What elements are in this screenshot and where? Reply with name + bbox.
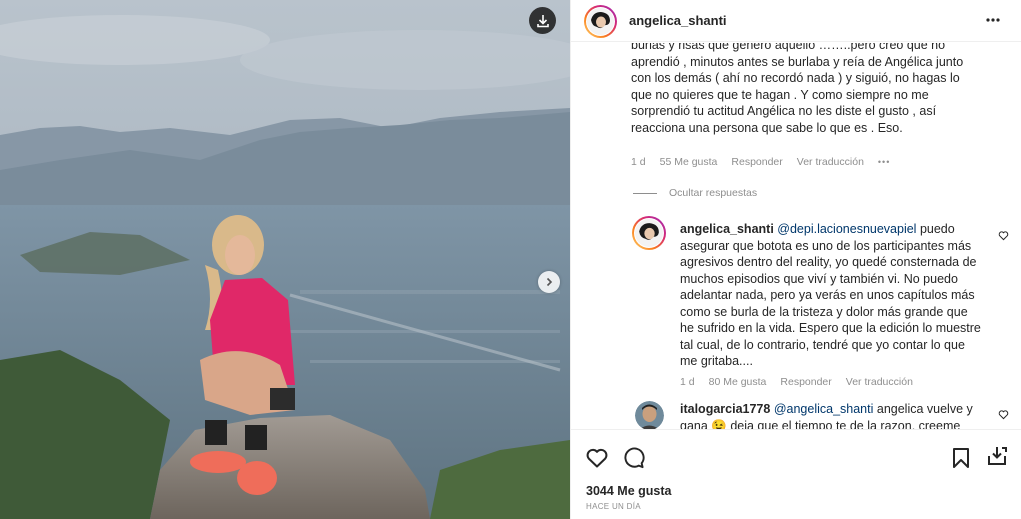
reply2-avatar[interactable] — [635, 401, 664, 429]
heart-icon[interactable] — [585, 446, 609, 470]
avatar[interactable] — [584, 5, 617, 38]
reply2-username[interactable]: italogarcia1778 — [680, 402, 770, 416]
avatar-image — [635, 401, 664, 429]
next-image-button[interactable] — [538, 271, 560, 293]
translate-button[interactable]: Ver traducción — [797, 156, 864, 168]
avatar-image — [635, 219, 663, 247]
comment-meta: 1 d 55 Me gusta Responder Ver traducción… — [631, 156, 890, 168]
divider-line — [633, 192, 657, 194]
post-photo — [0, 0, 570, 519]
reply-age: 1 d — [680, 376, 695, 388]
reply2-mention[interactable]: @angelica_shanti — [774, 402, 874, 416]
more-options-button[interactable] — [985, 12, 1001, 33]
hide-replies-button[interactable]: Ocultar respuestas — [633, 187, 757, 199]
hide-replies-label: Ocultar respuestas — [669, 187, 758, 199]
comment-likes[interactable]: 55 Me gusta — [660, 156, 718, 168]
reply-text: angelica_shanti @depi.lacionesnuevapiel … — [680, 221, 985, 370]
reply2-text: italogarcia1778 @angelica_shanti angelic… — [680, 401, 985, 429]
download-icon — [536, 14, 549, 27]
download-button[interactable] — [529, 7, 556, 34]
reply-meta: 1 d 80 Me gusta Responder Ver traducción — [680, 376, 913, 388]
avatar-image — [587, 8, 614, 35]
reply-body: puedo asegurar que bototа es uno de los … — [680, 222, 981, 368]
comments-list: burlas y risas que generó aquello ……..pe… — [571, 43, 1021, 429]
reply-translate-button[interactable]: Ver traducción — [846, 376, 913, 388]
like-comment-heart-icon[interactable] — [998, 230, 1009, 241]
landscape-image — [0, 0, 570, 519]
post-username[interactable]: angelica_shanti — [629, 13, 727, 28]
bookmark-icon[interactable] — [951, 447, 971, 469]
reply-likes[interactable]: 80 Me gusta — [709, 376, 767, 388]
reply-mention[interactable]: @depi.lacionesnuevapiel — [777, 222, 916, 236]
reply-username[interactable]: angelica_shanti — [680, 222, 774, 236]
share-icon[interactable] — [986, 445, 1008, 467]
post-timestamp: HACE UN DÍA — [586, 502, 641, 511]
comment-more-button[interactable]: ••• — [878, 157, 890, 167]
reply-button[interactable]: Responder — [731, 156, 782, 168]
comment-text: burlas y risas que generó aquello ……..pe… — [631, 43, 964, 135]
more-horizontal-icon — [986, 18, 1000, 22]
reply-reply-button[interactable]: Responder — [780, 376, 831, 388]
reply-avatar[interactable] — [632, 216, 666, 250]
post-actions: 3044 Me gusta HACE UN DÍA — [571, 429, 1021, 519]
comment-icon[interactable] — [622, 446, 645, 469]
likes-count[interactable]: 3044 Me gusta — [586, 484, 671, 498]
chevron-right-icon — [546, 277, 553, 287]
like-comment-heart-icon[interactable] — [998, 409, 1009, 420]
post-header: angelica_shanti — [571, 0, 1021, 42]
post-sidebar: angelica_shanti burlas y risas que gener… — [570, 0, 1021, 519]
comment-age: 1 d — [631, 156, 646, 168]
